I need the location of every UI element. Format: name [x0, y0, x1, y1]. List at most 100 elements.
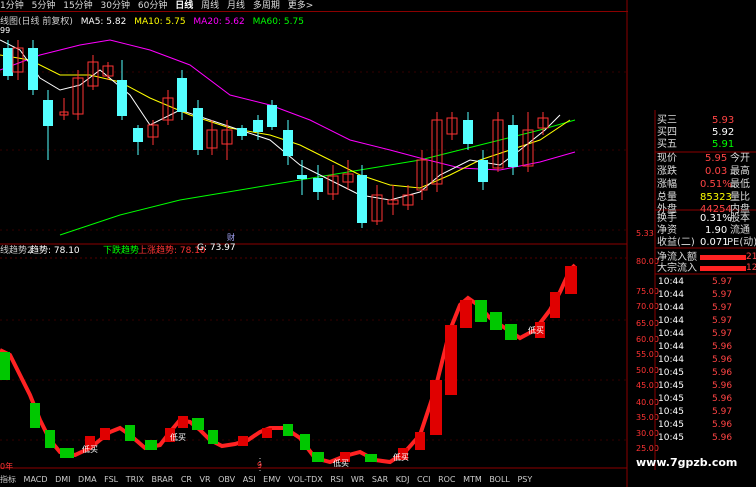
axis-tick: 30.00: [636, 429, 659, 438]
tick-price: 5.96: [712, 394, 733, 404]
tab-brar[interactable]: BRAR: [152, 475, 174, 484]
buy-marker-label: 低买: [528, 325, 544, 335]
tick-price: 5.97: [712, 290, 733, 300]
axis-tick: 40.00: [636, 398, 659, 407]
candle-up: [72, 70, 84, 120]
axis-tick: 50.00: [636, 366, 659, 375]
tab-sar[interactable]: SAR: [372, 475, 388, 484]
buy-marker-label: 低买: [333, 458, 349, 468]
candle-up: [537, 112, 549, 135]
candle-down: [133, 125, 143, 155]
tick-time: 10:44: [658, 355, 684, 365]
buy-marker-label: 低买: [82, 444, 98, 454]
watermark: www.7gpzb.com: [636, 456, 738, 469]
tab-boll[interactable]: BOLL: [489, 475, 510, 484]
candle-down: [177, 70, 187, 120]
axis-tick: 75.00: [636, 287, 659, 296]
candle-up: [59, 98, 69, 120]
indicator-tabs: 指标 MACD DMI DMA FSL TRIX BRAR CR VR OBV …: [0, 472, 756, 487]
candle-down: [313, 165, 323, 200]
tab-rsi[interactable]: RSI: [330, 475, 343, 484]
tab-dma[interactable]: DMA: [78, 475, 97, 484]
pe-label: PE(动): [727, 237, 756, 248]
tab-kdj[interactable]: KDJ: [396, 475, 410, 484]
tick-price: 5.97: [712, 316, 733, 326]
axis-tick: 70.00: [636, 302, 659, 311]
ask5-label: 买五: [657, 139, 677, 150]
candle-down: [463, 112, 473, 150]
up-trend-label: 上涨趋势: 78.10: [138, 246, 206, 256]
tick-time: 10:44: [658, 290, 684, 300]
chg-value: 0.03: [705, 166, 728, 177]
chg-label: 涨跌: [657, 166, 677, 177]
tick-time: 10:44: [658, 342, 684, 352]
tick-time: 10:45: [658, 433, 684, 443]
g-label: G: 73.97: [197, 243, 236, 253]
candle-up: [522, 112, 534, 172]
tab-wr[interactable]: WR: [351, 475, 364, 484]
price-low-label: 5.33: [636, 229, 654, 238]
tab-indicator[interactable]: 指标: [0, 475, 16, 484]
tick-time: 10:44: [658, 329, 684, 339]
tick-price: 5.97: [712, 329, 733, 339]
buy-marker-label: 低买: [170, 432, 186, 442]
tick-time: 10:45: [658, 381, 684, 391]
candles: [3, 40, 549, 228]
candle-down: [43, 90, 53, 160]
now-label: 现价: [657, 153, 677, 164]
tab-fsl[interactable]: FSL: [104, 475, 118, 484]
tab-trix[interactable]: TRIX: [126, 475, 144, 484]
candle-down: [193, 100, 203, 155]
candle-up: [206, 120, 218, 155]
axis-tick: 60.00: [636, 335, 659, 344]
tab-obv[interactable]: OBV: [218, 475, 235, 484]
tab-emv[interactable]: EMV: [263, 475, 280, 484]
tab-cr[interactable]: CR: [181, 475, 192, 484]
tick-price: 5.97: [712, 303, 733, 313]
axis-tick: 35.00: [636, 413, 659, 422]
tick-price: 5.97: [712, 277, 733, 287]
tab-asi[interactable]: ASI: [243, 475, 256, 484]
candle-up: [446, 112, 458, 140]
trend-label: 趋势: 78.10: [30, 246, 80, 256]
axis-tick: 45.00: [636, 381, 659, 390]
tab-macd[interactable]: MACD: [24, 475, 48, 484]
tab-cci[interactable]: CCI: [417, 475, 431, 484]
tick-time: 10:45: [658, 394, 684, 404]
axis-tick: 55.00: [636, 350, 659, 359]
axis-tick: 80.00: [636, 257, 659, 266]
big-value: 12: [746, 263, 756, 273]
tab-roc[interactable]: ROC: [438, 475, 455, 484]
now-value: 5.95: [705, 153, 728, 164]
tab-dmi[interactable]: DMI: [55, 475, 70, 484]
eps-value: 0.071: [700, 237, 729, 248]
tick-price: 5.96: [712, 420, 733, 430]
event-marker: 财: [227, 232, 235, 242]
tab-vr[interactable]: VR: [200, 475, 211, 484]
tab-psy[interactable]: PSY: [517, 475, 532, 484]
tick-time: 10:45: [658, 407, 684, 417]
tick-price: 5.96: [712, 355, 733, 365]
tab-mtm[interactable]: MTM: [463, 475, 482, 484]
buy-marker-label: 低买: [393, 452, 409, 462]
tick-price: 5.96: [712, 342, 733, 352]
tick-price: 5.96: [712, 433, 733, 443]
axis-tick: 65.00: [636, 319, 659, 328]
tick-price: 5.97: [712, 407, 733, 417]
date-mid-label: 9: [257, 461, 263, 470]
pct-value: 0.51%: [700, 179, 732, 190]
tab-vol-tdx[interactable]: VOL-TDX: [288, 475, 323, 484]
candle-up: [371, 185, 383, 225]
big-label: 大宗流入: [657, 263, 697, 274]
candle-down: [117, 60, 127, 120]
tick-price: 5.96: [712, 381, 733, 391]
low-label: 最低: [730, 179, 750, 190]
down-trend-label: 下跌趋势: [103, 246, 140, 256]
trend-ribbon: [0, 263, 577, 465]
tick-time: 10:45: [658, 420, 684, 430]
tick-price: 5.96: [712, 368, 733, 378]
candle-down: [237, 125, 247, 140]
ma5-line: [0, 39, 561, 201]
tick-time: 10:44: [658, 277, 684, 287]
candle-down: [297, 160, 307, 195]
